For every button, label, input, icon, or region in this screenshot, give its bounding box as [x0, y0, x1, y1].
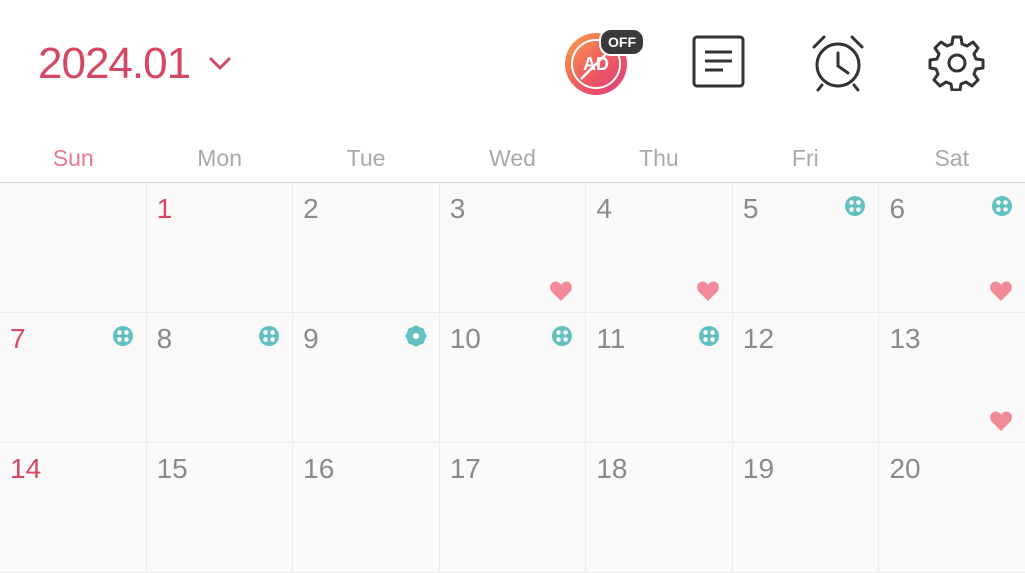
alarm-button[interactable]	[808, 33, 868, 98]
day-number: 12	[742, 323, 775, 354]
day-number: 15	[156, 453, 188, 484]
alarm-clock-icon	[812, 35, 864, 92]
heart-icon	[990, 411, 1012, 431]
day-cell[interactable]: 1	[146, 183, 294, 312]
day-number: 16	[303, 453, 335, 484]
empty-day-cell	[0, 183, 147, 312]
day-cell[interactable]: 20	[879, 443, 1025, 572]
day-cell[interactable]: 3	[439, 183, 587, 312]
day-cell[interactable]: 17	[439, 443, 587, 572]
ovulation-icon	[552, 326, 573, 346]
day-number: 7	[10, 323, 26, 354]
day-number: 11	[596, 323, 626, 354]
off-badge: OFF	[599, 28, 645, 56]
day-cell[interactable]: 9	[293, 313, 440, 442]
weekday-label: Mon	[197, 145, 242, 171]
day-number: 3	[449, 193, 466, 224]
calendar-week-row: 7 8 9 10 11 12 13	[0, 313, 1025, 443]
ovulation-icon	[698, 326, 719, 346]
day-cell[interactable]: 18	[586, 443, 733, 572]
flower-icon	[405, 325, 427, 347]
day-number: 19	[742, 453, 775, 484]
chevron-down-icon	[208, 56, 232, 77]
day-number: 2	[303, 193, 319, 224]
day-number: 14	[10, 453, 42, 484]
day-cell[interactable]: 14	[0, 443, 147, 572]
app-header: 2024.01 AD OFF	[0, 0, 1025, 130]
day-cell[interactable]: 2	[293, 183, 440, 312]
day-cell[interactable]: 6	[879, 183, 1025, 312]
weekday-label: Fri	[791, 145, 819, 171]
ad-off-button[interactable]: AD OFF	[565, 28, 645, 95]
day-cell[interactable]: 12	[732, 313, 880, 442]
day-number: 5	[742, 193, 759, 224]
memo-list-button[interactable]	[692, 35, 746, 94]
day-number: 4	[596, 193, 612, 224]
weekday-label: Sat	[934, 145, 969, 171]
month-label: 2024.01	[38, 39, 191, 88]
weekday-label: Wed	[489, 145, 536, 171]
calendar-week-row: 14 15 16 17 18 19 20	[0, 443, 1025, 573]
day-cell[interactable]: 8	[146, 313, 294, 442]
heart-icon	[697, 281, 719, 301]
day-number: 10	[449, 323, 481, 354]
day-cell[interactable]: 16	[293, 443, 440, 572]
day-cell[interactable]: 13	[879, 313, 1025, 442]
day-number: 18	[596, 453, 628, 484]
weekday-label: Thu	[639, 145, 679, 171]
ovulation-icon	[992, 196, 1013, 216]
day-number: 8	[156, 323, 173, 354]
day-cell[interactable]: 7	[0, 313, 147, 442]
calendar-grid: 1 2 3 4 5 6 7 8 9 10 11 12 13 14 15 16 17 18 19 20	[0, 182, 1025, 573]
gear-icon	[928, 35, 985, 92]
ovulation-icon	[259, 326, 280, 346]
calendar-week-row: 1 2 3 4 5 6	[0, 183, 1025, 313]
weekday-label: Sun	[52, 145, 94, 171]
day-number: 6	[889, 193, 906, 224]
day-cell[interactable]: 4	[586, 183, 733, 312]
month-picker[interactable]: 2024.01	[38, 38, 232, 90]
day-cell[interactable]: 10	[439, 313, 587, 442]
memo-icon	[692, 35, 745, 88]
settings-button[interactable]	[928, 33, 986, 96]
day-number: 17	[449, 453, 481, 484]
ovulation-icon	[845, 196, 866, 216]
day-cell[interactable]: 11	[586, 313, 733, 442]
weekday-label: Tue	[346, 145, 386, 171]
day-number: 9	[303, 323, 319, 354]
heart-icon	[990, 281, 1012, 301]
day-number: 20	[889, 453, 921, 484]
weekday-header: Sun Mon Tue Wed Thu Fri Sat	[0, 140, 1025, 182]
day-number: 1	[156, 193, 173, 224]
day-number: 13	[889, 323, 921, 354]
ovulation-icon	[112, 326, 133, 346]
day-cell[interactable]: 15	[146, 443, 294, 572]
day-cell[interactable]: 5	[732, 183, 880, 312]
day-cell[interactable]: 19	[732, 443, 880, 572]
heart-icon	[550, 281, 573, 301]
